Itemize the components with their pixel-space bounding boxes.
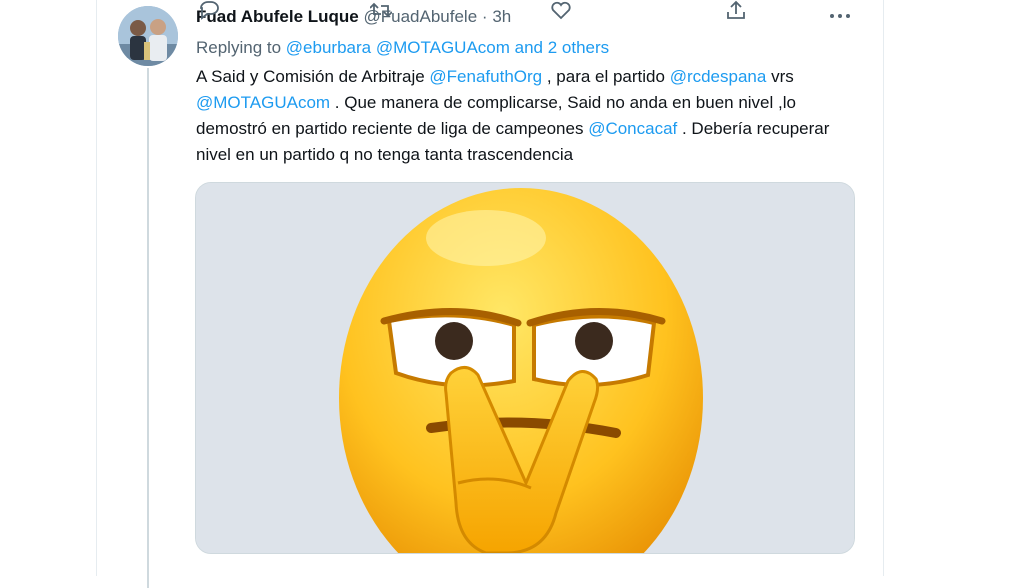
more-dot bbox=[830, 14, 834, 18]
timeline-border-left bbox=[96, 0, 97, 576]
tweet-header: Fuad Abufele Luque @FuadAbufele · 3h bbox=[196, 7, 511, 27]
replying-to-label: Replying to bbox=[196, 38, 282, 57]
tweet-time[interactable]: 3h bbox=[492, 7, 511, 26]
thread-line bbox=[147, 68, 149, 588]
reply-icon[interactable] bbox=[198, 0, 220, 20]
tweet-media[interactable] bbox=[195, 182, 855, 554]
emoji-eye-pull-face-icon bbox=[196, 183, 854, 553]
reply-others-link[interactable]: and 2 others bbox=[515, 38, 610, 57]
more-dot bbox=[846, 14, 850, 18]
timeline-border-right bbox=[883, 0, 884, 576]
replying-to: Replying to @eburbara @MOTAGUAcom and 2 … bbox=[196, 38, 609, 58]
mention-link[interactable]: @Concacaf bbox=[588, 119, 677, 138]
text-segment: vrs bbox=[766, 67, 794, 86]
more-options-button[interactable] bbox=[826, 4, 854, 28]
text-segment: A Said y Comisión de Arbitraje bbox=[196, 67, 430, 86]
author-name[interactable]: Fuad Abufele Luque bbox=[196, 7, 359, 26]
reply-mention[interactable]: @MOTAGUAcom bbox=[376, 38, 510, 57]
mention-link[interactable]: @rcdespana bbox=[670, 67, 767, 86]
separator-dot: · bbox=[481, 7, 488, 26]
retweet-icon[interactable] bbox=[369, 0, 393, 20]
reply-mention[interactable]: @eburbara bbox=[286, 38, 371, 57]
share-icon[interactable] bbox=[725, 0, 747, 20]
like-icon[interactable] bbox=[550, 0, 572, 20]
mention-link[interactable]: @FenafuthOrg bbox=[429, 67, 542, 86]
avatar-photo-icon bbox=[118, 6, 178, 66]
mention-link[interactable]: @MOTAGUAcom bbox=[196, 93, 330, 112]
text-segment: , para el partido bbox=[542, 67, 670, 86]
more-dot bbox=[838, 14, 842, 18]
tweet-text: A Said y Comisión de Arbitraje @Fenafuth… bbox=[196, 64, 856, 168]
avatar[interactable] bbox=[118, 6, 178, 66]
